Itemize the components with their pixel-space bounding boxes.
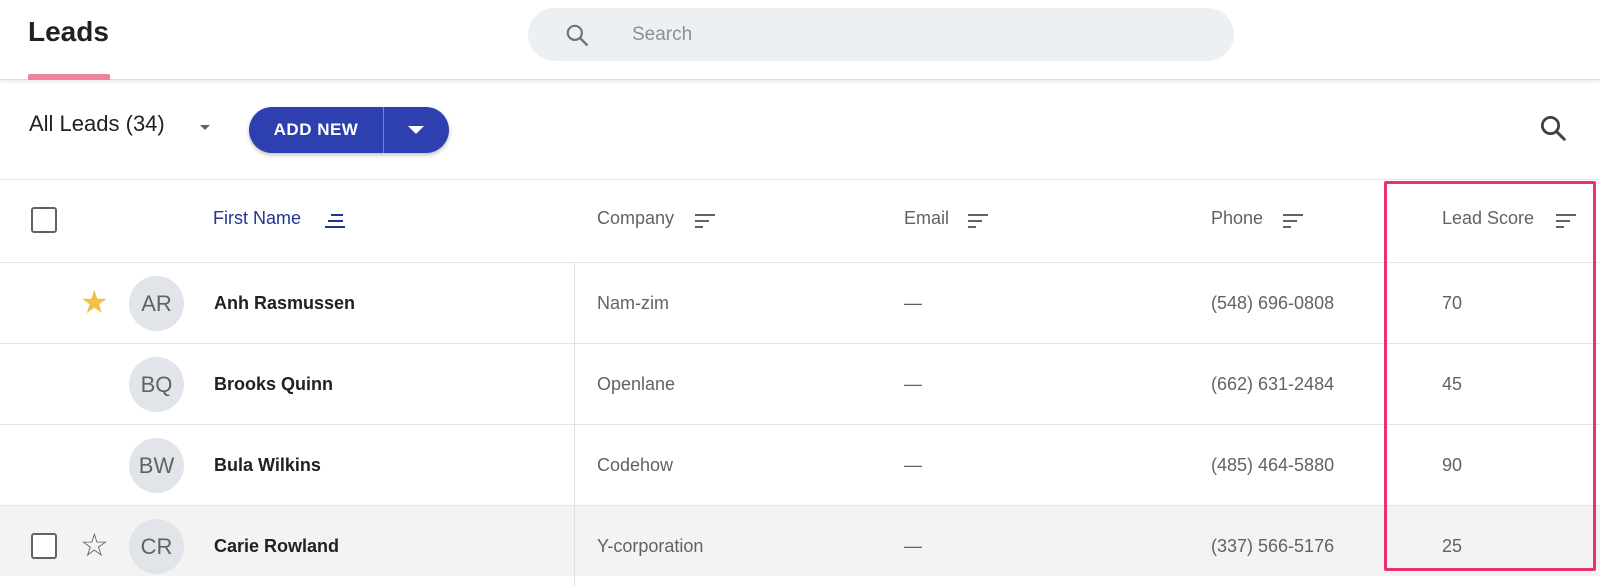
column-header-company[interactable]: Company — [597, 208, 674, 229]
sort-ascending-icon[interactable] — [323, 213, 347, 229]
table-row[interactable]: ☆ CR Carie Rowland Y-corporation — (337)… — [0, 505, 1600, 576]
column-header-phone[interactable]: Phone — [1211, 208, 1263, 229]
global-search-input[interactable] — [632, 8, 1212, 61]
avatar: AR — [129, 276, 184, 331]
lead-email: — — [904, 455, 922, 475]
lead-name[interactable]: Carie Rowland — [214, 536, 339, 557]
star-filled-icon[interactable]: ★ — [80, 286, 109, 318]
lead-score-column-highlight — [1384, 181, 1596, 571]
view-selector[interactable]: All Leads (34) — [29, 111, 165, 137]
lead-phone: (337) 566-5176 — [1211, 536, 1335, 556]
search-icon[interactable] — [1538, 113, 1568, 143]
column-divider — [574, 262, 575, 586]
avatar: BQ — [129, 357, 184, 412]
add-new-dropdown-button[interactable] — [383, 107, 449, 153]
table-row[interactable]: ★ AR Anh Rasmussen Nam-zim — (548) 696-0… — [0, 262, 1600, 343]
add-new-split-button: ADD NEW — [249, 107, 449, 153]
table-row[interactable]: BW Bula Wilkins Codehow — (485) 464-5880… — [0, 424, 1600, 505]
page-title: Leads — [28, 16, 109, 47]
avatar: BW — [129, 438, 184, 493]
caret-down-icon — [408, 126, 424, 134]
search-icon — [566, 24, 588, 46]
row-checkbox[interactable] — [31, 533, 57, 559]
lead-company: Nam-zim — [597, 293, 669, 313]
sort-icon[interactable] — [693, 213, 717, 229]
list-toolbar: All Leads (34) ADD NEW — [0, 81, 1600, 179]
table-row[interactable]: BQ Brooks Quinn Openlane — (662) 631-248… — [0, 343, 1600, 424]
table-header-row: First Name Company Email Phone Lead Scor… — [0, 179, 1600, 262]
lead-email: — — [904, 536, 922, 556]
star-outline-icon[interactable]: ☆ — [80, 529, 109, 561]
column-header-first-name[interactable]: First Name — [213, 208, 301, 229]
lead-name[interactable]: Bula Wilkins — [214, 455, 321, 476]
lead-name[interactable]: Brooks Quinn — [214, 374, 333, 395]
lead-name[interactable]: Anh Rasmussen — [214, 293, 355, 314]
lead-email: — — [904, 374, 922, 394]
avatar: CR — [129, 519, 184, 574]
lead-company: Y-corporation — [597, 536, 704, 556]
lead-company: Codehow — [597, 455, 674, 475]
sort-icon[interactable] — [1281, 213, 1305, 229]
lead-phone: (662) 631-2484 — [1211, 374, 1335, 394]
top-bar: Leads — [0, 0, 1600, 80]
sort-icon[interactable] — [966, 213, 990, 229]
global-search-bar[interactable] — [528, 8, 1234, 61]
column-header-email[interactable]: Email — [904, 208, 949, 229]
lead-phone: (548) 696-0808 — [1211, 293, 1335, 313]
select-all-checkbox[interactable] — [31, 207, 57, 233]
add-new-button[interactable]: ADD NEW — [249, 107, 383, 153]
lead-company: Openlane — [597, 374, 676, 394]
lead-phone: (485) 464-5880 — [1211, 455, 1335, 475]
lead-email: — — [904, 293, 922, 313]
active-tab-indicator — [28, 74, 110, 80]
caret-down-icon[interactable] — [200, 125, 210, 130]
